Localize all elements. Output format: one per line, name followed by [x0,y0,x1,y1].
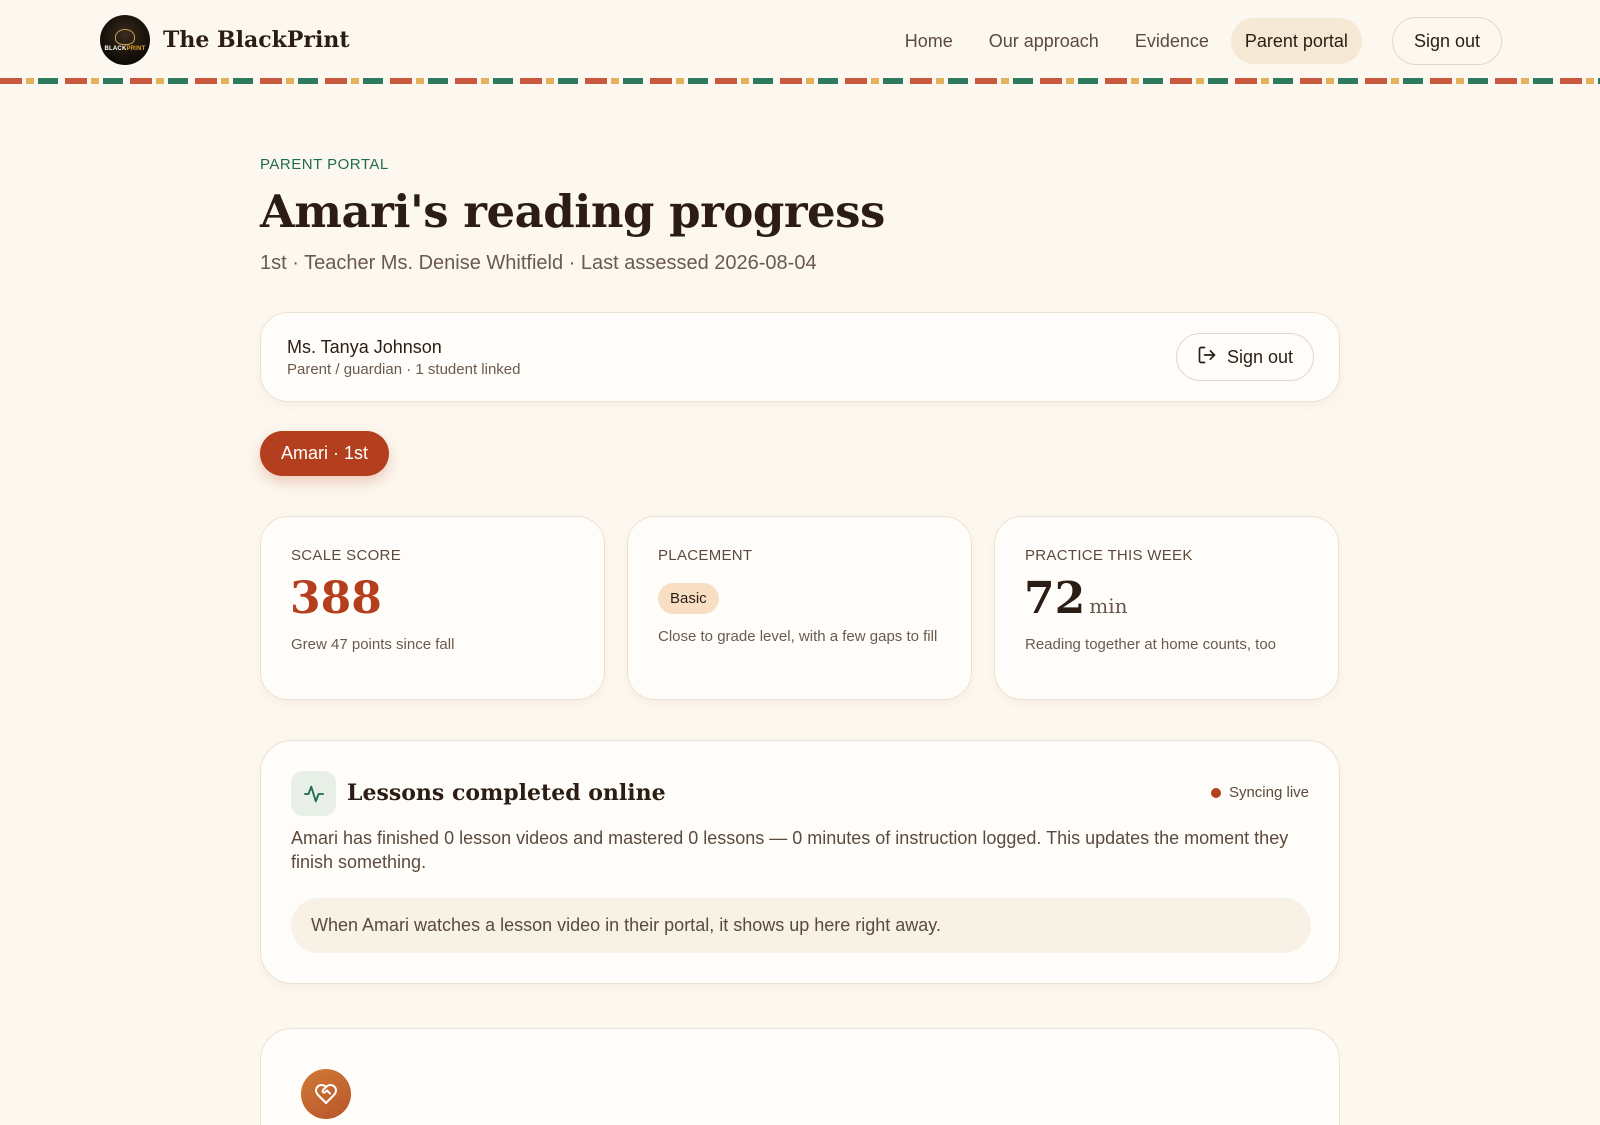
brand-logo: BLACKPRINT [100,15,150,65]
nav-our-approach[interactable]: Our approach [975,18,1113,64]
decorative-stripe [0,78,1600,84]
header-sign-out-button[interactable]: Sign out [1391,17,1502,65]
stat-card-scale-score: SCALE SCORE 388 Grew 47 points since fal… [260,516,605,700]
nav-parent-portal[interactable]: Parent portal [1230,18,1362,64]
stat-note: Reading together at home counts, too [1025,636,1277,653]
guardian-role: Parent / guardian · 1 student linked [287,361,521,378]
activity-pulse-icon [291,771,336,816]
student-tab-amari[interactable]: Amari · 1st [260,431,390,476]
page-title: Amari's reading progress [260,185,885,238]
lessons-title: Lessons completed online [347,780,666,806]
main-nav: Home Our approach Evidence Parent portal… [891,17,1502,65]
lessons-note: When Amari watches a lesson video in the… [291,898,1311,953]
stat-label: PRACTICE THIS WEEK [1025,547,1193,564]
brand-name: The BlackPrint [163,27,350,53]
placement-badge: Basic [658,583,719,614]
sync-status-label: Syncing live [1228,784,1309,801]
practice-minutes-value: 72 [1024,573,1086,624]
lessons-card: Lessons completed online Syncing live Am… [260,740,1340,984]
stat-label: SCALE SCORE [291,547,401,564]
page-eyebrow: PARENT PORTAL [260,156,389,173]
top-navigation-bar: BLACKPRINT The BlackPrint Home Our appro… [0,0,1600,80]
logo-word-a: BLACK [104,45,127,52]
logo-word-b: PRINT [126,45,146,52]
stat-label: PLACEMENT [658,547,753,564]
sign-out-icon [1197,345,1217,370]
stat-note: Grew 47 points since fall [291,636,455,653]
brand[interactable]: BLACKPRINT The BlackPrint [100,15,350,65]
guardian-card: Ms. Tanya Johnson Parent / guardian · 1 … [260,312,1340,402]
nav-evidence[interactable]: Evidence [1121,18,1223,64]
main-content: PARENT PORTAL Amari's reading progress 1… [260,150,1340,1125]
logo-emblem-icon [115,28,135,45]
next-card [260,1028,1340,1125]
stat-card-placement: PLACEMENT Basic Close to grade level, wi… [627,516,972,700]
practice-value-wrap: 72 min [1024,573,1127,624]
guardian-name: Ms. Tanya Johnson [287,337,442,357]
heart-handshake-icon [301,1069,351,1119]
sign-out-label: Sign out [1226,346,1293,367]
stat-card-practice: PRACTICE THIS WEEK 72 min Reading togethe… [994,516,1339,700]
practice-unit: min [1089,594,1128,618]
logo-wordmark: BLACKPRINT [105,46,146,52]
live-dot-icon [1210,787,1221,798]
lessons-description: Amari has finished 0 lesson videos and m… [291,828,1289,872]
nav-home[interactable]: Home [891,18,967,64]
stat-note: Close to grade level, with a few gaps to… [658,628,938,645]
sync-status: Syncing live [1210,784,1309,801]
scale-score-value: 388 [290,573,382,624]
guardian-sign-out-button[interactable]: Sign out [1175,333,1314,381]
page-subtitle: 1st · Teacher Ms. Denise Whitfield · Las… [260,252,817,274]
